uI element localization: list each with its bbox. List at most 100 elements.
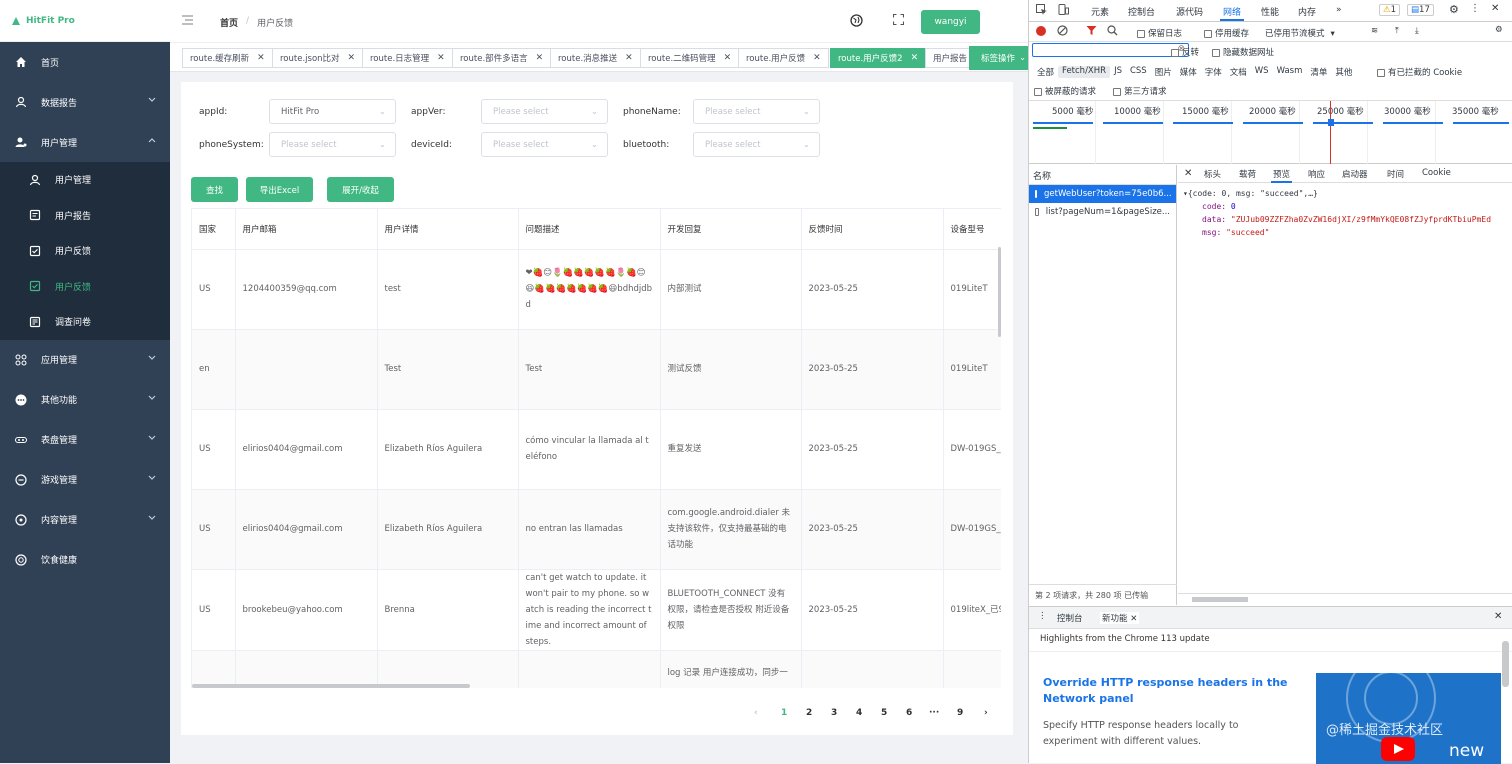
record-icon[interactable] (1036, 26, 1046, 36)
sidebar-sub-user-manage[interactable]: 用户管理 (0, 162, 170, 198)
type-filter-manifest[interactable]: 清单 (1306, 66, 1331, 78)
close-icon[interactable]: ✕ (257, 53, 265, 63)
drawer-tab-whats-new[interactable]: 新功能 ✕ (1100, 612, 1140, 624)
detail-tab-timing[interactable]: 时间 (1387, 168, 1404, 180)
close-icon[interactable]: ✕ (625, 53, 633, 63)
type-filter-font[interactable]: 字体 (1201, 66, 1226, 78)
tag-user-feedback-2[interactable]: route.用户反馈2 ✕ (830, 48, 927, 68)
search-button[interactable]: 查找 (191, 177, 238, 202)
phonesystem-select[interactable]: Please select ⌄ (269, 132, 396, 157)
close-icon[interactable]: ✕ (348, 53, 356, 63)
sidebar-item-home[interactable]: 首页 (0, 42, 170, 82)
breadcrumb-home[interactable]: 首页 (220, 16, 238, 29)
bluetooth-select[interactable]: Please select ⌄ (693, 132, 820, 157)
devtools-tab-console[interactable]: 控制台 (1128, 5, 1155, 18)
close-detail-icon[interactable]: ✕ (1184, 168, 1192, 179)
page-1[interactable]: 1 (781, 708, 787, 718)
sidebar-sub-user-feedback-2[interactable]: 用户反馈 (0, 269, 170, 305)
sidebar-sub-user-report[interactable]: 用户报告 (0, 198, 170, 234)
appver-select[interactable]: Please select ⌄ (481, 99, 608, 124)
type-filter-doc[interactable]: 文档 (1226, 66, 1251, 78)
tag-operations-button[interactable]: 标签操作 ⌄ (969, 46, 1028, 70)
devtools-tab-more[interactable]: » (1336, 5, 1342, 15)
type-filter-fetch[interactable]: Fetch/XHR (1058, 66, 1111, 78)
page-9[interactable]: 9 (957, 708, 963, 718)
close-icon[interactable]: ✕ (1130, 614, 1137, 624)
type-filter-css[interactable]: CSS (1126, 66, 1151, 78)
warnings-badge[interactable]: ⚠1 (1379, 4, 1401, 16)
invert-checkbox[interactable]: 反转 (1171, 46, 1199, 58)
devtools-tab-network[interactable]: 网络 (1219, 5, 1245, 21)
detail-tab-cookies[interactable]: Cookie (1422, 168, 1451, 178)
upload-icon[interactable]: ⤒ (1395, 26, 1399, 36)
detail-tab-payload[interactable]: 载荷 (1239, 168, 1256, 180)
drawer-menu-icon[interactable]: ⋮ (1038, 611, 1047, 621)
devtools-tab-performance[interactable]: 性能 (1261, 5, 1279, 18)
preserve-log-checkbox[interactable]: 保留日志 (1137, 27, 1182, 39)
table-row[interactable]: en Test Test 测试反馈 2023-05-25 019LiteT (192, 329, 1001, 410)
detail-tab-response[interactable]: 响应 (1308, 168, 1325, 180)
close-icon[interactable]: ✕ (911, 53, 919, 63)
drawer-tab-console[interactable]: 控制台 (1057, 612, 1083, 624)
tag-widget-i18n[interactable]: route.部件多语言 ✕ (452, 48, 552, 68)
table-row[interactable]: US elirios0404@gmail.com Elizabeth Ríos … (192, 409, 1001, 490)
device-toolbar-icon[interactable] (1057, 4, 1069, 19)
sidebar-item-dial[interactable]: 表盘管理 (0, 420, 170, 460)
table-row[interactable]: US 1204400359@qq.com test ❤🍓😊🌷🍓🍓🍓🍓🍓🌷🍓😊😆🍓… (192, 249, 1001, 330)
close-icon[interactable]: ✕ (1491, 3, 1499, 14)
throttle-select[interactable]: 已停用节流模式 ▾ (1265, 27, 1335, 39)
type-filter-img[interactable]: 图片 (1151, 66, 1176, 78)
sidebar-item-data-report[interactable]: 数据报告 (0, 82, 170, 122)
detail-tab-initiator[interactable]: 启动器 (1342, 168, 1368, 180)
page-6[interactable]: 6 (906, 708, 912, 718)
tag-user-feedback[interactable]: route.用户反馈 ✕ (738, 48, 829, 68)
horizontal-scrollbar[interactable] (192, 684, 470, 688)
devtools-tab-sources[interactable]: 源代码 (1176, 5, 1203, 18)
tag-message-push[interactable]: route.消息推送 ✕ (550, 48, 641, 68)
json-summary[interactable]: ▾{code: 0, msg: "succeed",…} (1183, 189, 1318, 198)
page-3[interactable]: 3 (831, 708, 837, 718)
detail-tab-headers[interactable]: 标头 (1204, 168, 1221, 180)
type-filter-all[interactable]: 全部 (1033, 66, 1058, 78)
blocked-requests-checkbox[interactable]: 被屏蔽的请求 (1034, 85, 1096, 97)
fullscreen-icon[interactable] (892, 13, 905, 28)
close-icon[interactable]: ✕ (437, 53, 445, 63)
page-5[interactable]: 5 (881, 708, 887, 718)
detail-tab-preview[interactable]: 预览 (1270, 168, 1293, 183)
tag-cache-refresh[interactable]: route.缓存刷新 ✕ (182, 48, 273, 68)
youtube-play-icon[interactable] (1381, 737, 1415, 761)
feature-title[interactable]: Override HTTP response headers in the Ne… (1043, 675, 1303, 707)
filter-icon[interactable] (1086, 25, 1097, 39)
page-4[interactable]: 4 (856, 708, 862, 718)
request-item[interactable]: getWebUser?token=75e0b6... (1029, 185, 1176, 203)
search-icon[interactable] (1107, 25, 1118, 39)
close-icon[interactable]: ✕ (536, 53, 544, 63)
wifi-icon[interactable]: ≋ (1371, 26, 1378, 36)
blocked-cookies-checkbox[interactable]: 有已拦截的 Cookie (1377, 66, 1462, 78)
type-filter-ws[interactable]: WS (1251, 66, 1273, 78)
prev-page-button[interactable]: ‹ (754, 708, 758, 718)
devtools-tab-memory[interactable]: 内存 (1298, 5, 1316, 18)
inspect-icon[interactable] (1036, 4, 1048, 19)
language-icon[interactable] (850, 14, 863, 30)
third-party-checkbox[interactable]: 第三方请求 (1113, 85, 1167, 97)
sidebar-item-health[interactable]: 饮食健康 (0, 540, 170, 580)
close-drawer-icon[interactable]: ✕ (1494, 611, 1502, 622)
close-icon[interactable]: ✕ (724, 53, 732, 63)
user-menu-button[interactable]: wangyi (921, 10, 980, 34)
type-filter-js[interactable]: JS (1110, 66, 1126, 78)
drawer-scrollbar[interactable] (1502, 641, 1509, 687)
phonename-select[interactable]: Please select ⌄ (693, 99, 820, 124)
page-ellipsis[interactable]: ··· (929, 708, 939, 718)
download-icon[interactable]: ⤓ (1415, 26, 1419, 36)
preview-scrollbar[interactable] (1178, 593, 1512, 605)
appid-select[interactable]: HitFit Pro ⌄ (269, 99, 396, 124)
sidebar-item-game[interactable]: 游戏管理 (0, 460, 170, 500)
tag-qrcode-manage[interactable]: route.二维码管理 ✕ (640, 48, 740, 68)
disable-cache-checkbox[interactable]: 停用缓存 (1204, 27, 1249, 39)
messages-badge[interactable]: ▤17 (1407, 4, 1434, 16)
request-item[interactable]: list?pageNum=1&pageSize... (1029, 203, 1176, 221)
vertical-scrollbar[interactable] (998, 247, 1001, 337)
sidebar-item-content[interactable]: 内容管理 (0, 500, 170, 540)
type-filter-wasm[interactable]: Wasm (1273, 66, 1307, 78)
